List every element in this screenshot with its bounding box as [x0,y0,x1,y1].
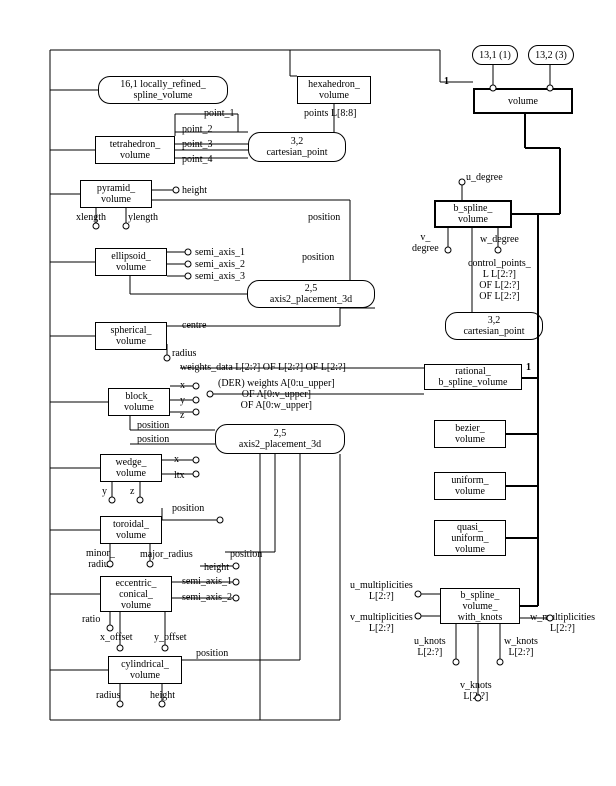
toroidal-volume: toroidal_ volume [100,516,162,544]
label-position-b: position [302,252,334,263]
entity-label: spherical_ volume [110,325,151,347]
label-position-g: position [196,648,228,659]
entity-label: 2,5 axis2_placement_3d [270,283,352,305]
entity-label: tetrahedron_ volume [110,139,161,161]
label-centre: centre [182,320,206,331]
entity-label: bezier_ volume [455,423,485,445]
entity-label: 2,5 axis2_placement_3d [239,428,321,450]
label-radius-b: radius [96,690,120,701]
volume: volume [473,88,573,114]
label-position-f: position [230,549,262,560]
axis2-placement-3d-b: 2,5 axis2_placement_3d [215,424,345,454]
label-height-c: height [150,690,175,701]
label-position-d: position [137,434,169,445]
label-semi-axis1-b: semi_axis_1 [182,576,232,587]
label-position-c: position [137,420,169,431]
b-spline-volume-with-knots: b_spline_ volume_ with_knots [440,588,520,624]
label-semi-axis1-a: semi_axis_1 [195,247,245,258]
axis2-placement-3d-a: 2,5 axis2_placement_3d [247,280,375,308]
entity-label: wedge_ volume [115,457,146,479]
thick-one-a: 1 [444,76,449,87]
rational-b-spline-volume: rational_ b_spline_volume [424,364,522,390]
label-v-mult: v_multiplicities L[2:?] [350,612,413,634]
label-radius-a: radius [172,348,196,359]
entity-label: pyramid_ volume [97,183,135,205]
uniform-volume: uniform_ volume [434,472,506,500]
pyramid-volume: pyramid_ volume [80,180,152,208]
label-x-offset: x_offset [100,632,133,643]
entity-label: hexahedron_ volume [308,79,360,101]
label-u-degree: u_degree [466,172,503,183]
entity-label: uniform_ volume [451,475,488,497]
label-semi-axis3: semi_axis_3 [195,271,245,282]
b-spline-volume: b_spline_ volume [434,200,512,228]
pageref-label: 13,1 (1) [479,50,511,61]
quasi-uniform-volume: quasi_ uniform_ volume [434,520,506,556]
label-u-mult: u_multiplicities L[2:?] [350,580,413,602]
entity-label: quasi_ uniform_ volume [451,522,488,555]
pageref-label: 13,2 (3) [535,50,567,61]
label-w-mult: w_multiplicities L[2:?] [530,612,595,634]
label-height-a: height [182,185,207,196]
label-xlength: xlength [76,212,106,223]
label-ylength: ylength [128,212,158,223]
label-v-degree: v_ degree [412,232,439,254]
label-z-b: z [130,486,134,497]
label-semi-axis2-a: semi_axis_2 [195,259,245,270]
label-semi-axis2-b: semi_axis_2 [182,592,232,603]
hexahedron-volume: hexahedron_ volume [297,76,371,104]
label-u-knots: u_knots L[2:?] [414,636,446,658]
entity-label: 3,2 cartesian_point [463,315,524,337]
label-major-radius: major_radius [140,549,193,560]
thick-one-b: 1 [526,362,531,373]
label-control-points: control_points_ L L[2:?] OF L[2:?] OF L[… [468,258,531,302]
eccentric-conical-volume: eccentric_ conical_ volume [100,576,172,612]
entity-label: eccentric_ conical_ volume [115,578,156,611]
cartesian-point-a: 3,2 cartesian_point [248,132,346,162]
entity-label: toroidal_ volume [113,519,149,541]
label-ratio: ratio [82,614,100,625]
label-y-offset: y_offset [154,632,187,643]
label-point2: point_2 [182,124,213,135]
label-x-b: x [174,454,179,465]
label-w-degree: w_degree [480,234,519,245]
label-point4: point_4 [182,154,213,165]
tetrahedron-volume: tetrahedron_ volume [95,136,175,164]
label-der-weights: (DER) weights A[0:u_upper] OF A[0:v_uppe… [218,378,335,411]
ellipsoid-volume: ellipsoid_ volume [95,248,167,276]
label-pointsL88: points L[8:8] [304,108,357,119]
label-y-b: y [102,486,107,497]
spherical-volume: spherical_ volume [95,322,167,350]
entity-label: ellipsoid_ volume [111,251,150,273]
entity-label: rational_ b_spline_volume [439,366,508,388]
label-w-knots: w_knots L[2:?] [504,636,538,658]
entity-label: b_spline_ volume [454,203,493,225]
label-v-knots: v_knots L[2:?] [460,680,492,702]
entity-label: 16,1 locally_refined_ spline_volume [120,79,206,101]
label-point1: point_1 [204,108,235,119]
pageref-13-1-1: 13,1 (1) [472,45,518,65]
entity-label: block_ volume [124,391,154,413]
pageref-13-2-3: 13,2 (3) [528,45,574,65]
wedge-volume: wedge_ volume [100,454,162,482]
entity-label: cylindrical_ volume [121,659,169,681]
block-volume: block_ volume [108,388,170,416]
label-x-a: x [180,380,185,391]
label-position-e: position [172,503,204,514]
label-point3: point_3 [182,139,213,150]
label-height-b: height [204,562,229,573]
bezier-volume: bezier_ volume [434,420,506,448]
locally-refined-spline-volume: 16,1 locally_refined_ spline_volume [98,76,228,104]
entity-label: b_spline_ volume_ with_knots [458,590,502,623]
label-weights-data: weights_data L[2:?] OF L[2:?] OF L[2:?] [180,362,346,373]
label-position-a: position [308,212,340,223]
label-ltx: ltx [174,470,185,481]
label-z-a: z [180,410,184,421]
cylindrical-volume: cylindrical_ volume [108,656,182,684]
cartesian-point-b: 3,2 cartesian_point [445,312,543,340]
label-y-a: y [180,395,185,406]
label-minor-radius: minor_ radius [86,548,115,570]
entity-label: volume [508,96,538,107]
entity-label: 3,2 cartesian_point [266,136,327,158]
